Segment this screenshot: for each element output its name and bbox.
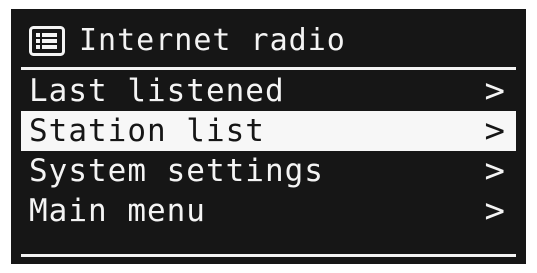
menu-item-label: Main menu bbox=[29, 192, 206, 229]
menu-item-label: Station list bbox=[29, 112, 265, 149]
chevron-right-icon: > bbox=[484, 191, 506, 231]
chevron-right-icon: > bbox=[484, 71, 506, 111]
menu-item-system-settings[interactable]: System settings > bbox=[21, 151, 516, 191]
menu-item-label: Last listened bbox=[29, 72, 285, 109]
menu-list: Last listened > Station list > System se… bbox=[21, 71, 516, 231]
menu-item-main-menu[interactable]: Main menu > bbox=[21, 191, 516, 231]
chevron-right-icon: > bbox=[484, 151, 506, 191]
list-icon bbox=[29, 26, 65, 56]
bottom-divider bbox=[21, 254, 516, 257]
screen-titlebar: Internet radio bbox=[29, 21, 346, 61]
menu-item-last-listened[interactable]: Last listened > bbox=[21, 71, 516, 111]
title-divider bbox=[21, 67, 516, 70]
chevron-right-icon: > bbox=[484, 111, 506, 151]
radio-display-screen: Internet radio Last listened > Station l… bbox=[11, 9, 526, 264]
menu-item-station-list[interactable]: Station list > bbox=[21, 111, 516, 151]
menu-item-label: System settings bbox=[29, 152, 324, 189]
screen-title: Internet radio bbox=[79, 23, 346, 58]
